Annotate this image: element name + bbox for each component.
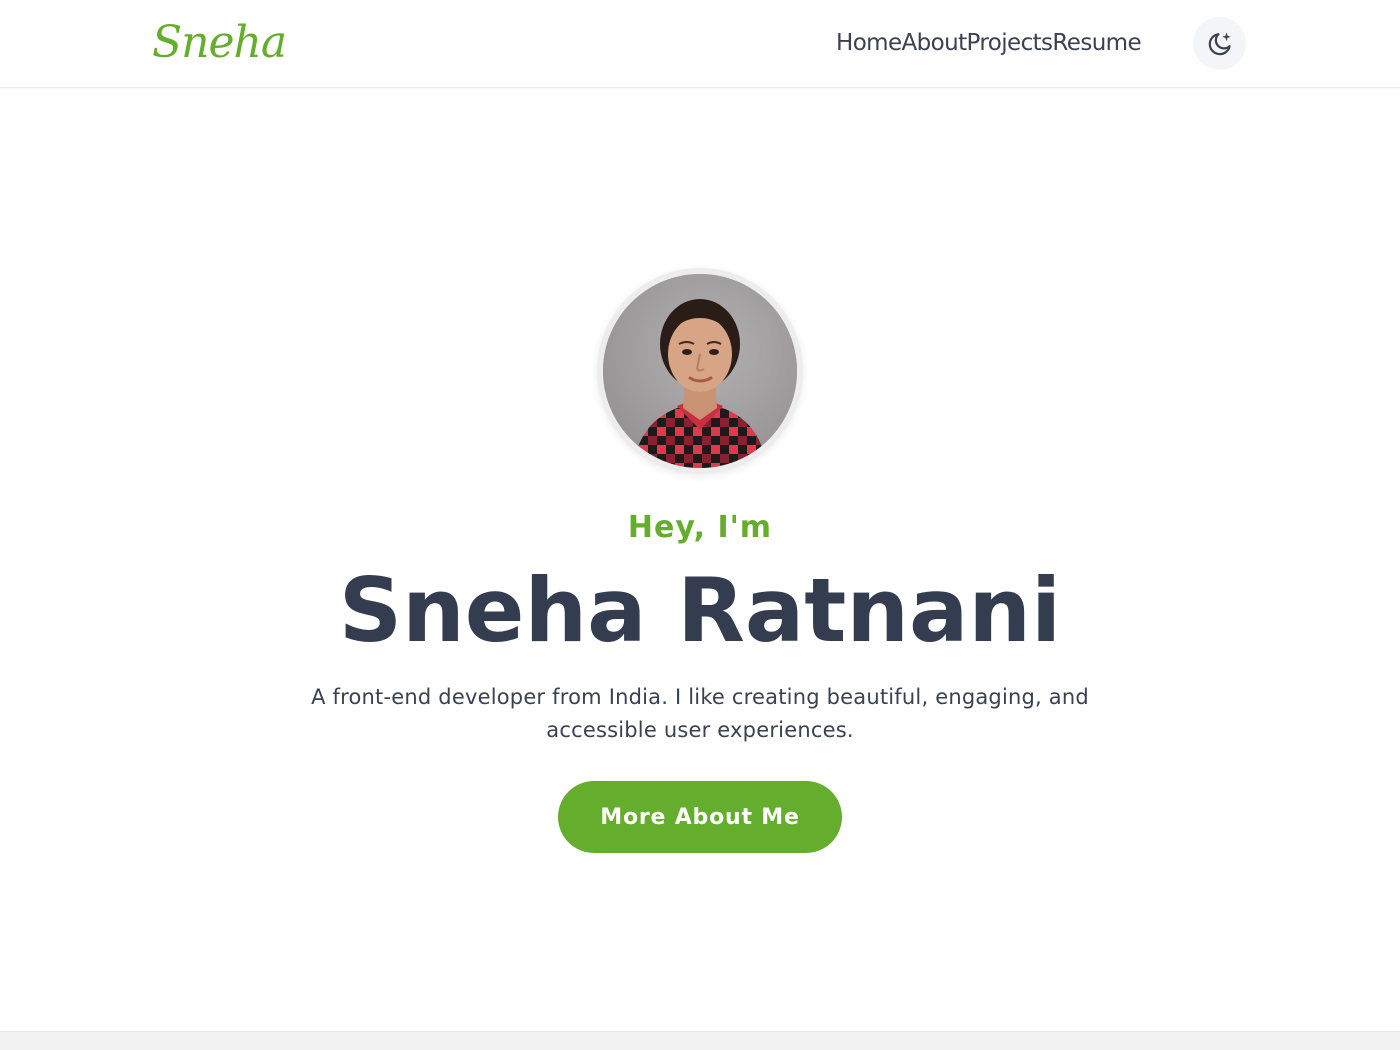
hero-tagline: A front-end developer from India. I like… — [311, 685, 1089, 742]
site-header: Sneha Home About Projects Resume — [0, 0, 1400, 88]
page: Sneha Home About Projects Resume Hey, I'… — [0, 0, 1400, 1050]
more-about-me-button[interactable]: More About Me — [558, 781, 842, 853]
nav-link-about[interactable]: About — [902, 26, 968, 60]
avatar-frame — [597, 268, 803, 474]
moon-stars-icon — [1208, 32, 1231, 55]
nav-link-home[interactable]: Home — [836, 26, 902, 60]
avatar — [603, 274, 797, 468]
theme-toggle-button[interactable] — [1193, 17, 1246, 70]
nav-link-projects[interactable]: Projects — [967, 26, 1053, 60]
hero-greeting: Hey, I'm — [627, 510, 773, 545]
next-section-edge — [0, 1031, 1400, 1050]
nav-link-resume[interactable]: Resume — [1052, 26, 1141, 60]
main-nav: Home About Projects Resume — [836, 26, 1142, 60]
hero-name: Sneha Ratnani — [338, 559, 1062, 662]
profile-photo — [603, 274, 797, 468]
logo[interactable]: Sneha — [152, 10, 287, 76]
